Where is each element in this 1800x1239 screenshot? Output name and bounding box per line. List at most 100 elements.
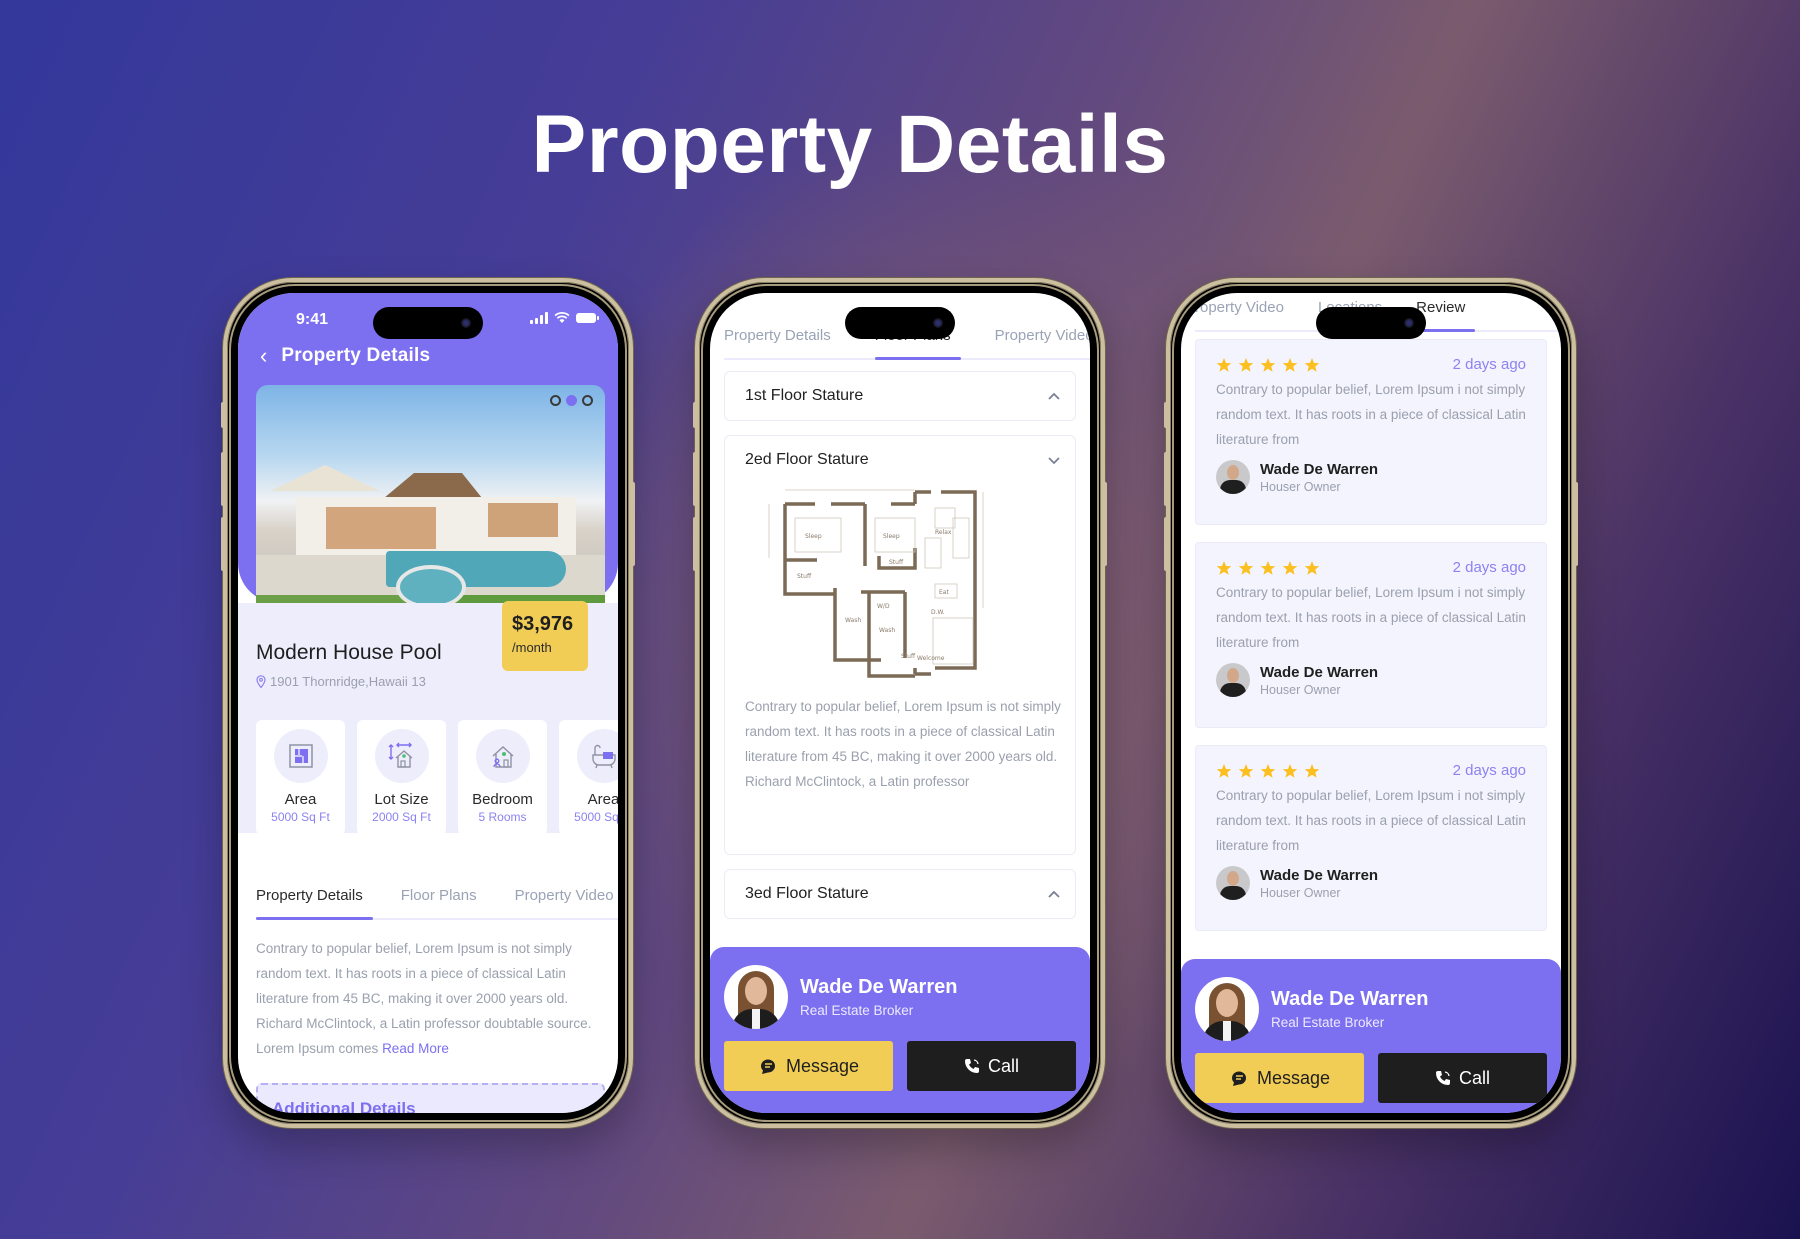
property-image-carousel[interactable] bbox=[256, 385, 605, 627]
tab-property-details[interactable]: Property Details bbox=[724, 327, 831, 358]
review-text: Contrary to popular belief, Lorem Ipsum … bbox=[1216, 585, 1526, 650]
window-shape bbox=[488, 503, 558, 537]
carousel-dot[interactable] bbox=[550, 395, 561, 406]
tab-property-video[interactable]: Property Video bbox=[995, 327, 1090, 358]
detail-tabs: Property Details Floor Plans Property Vi… bbox=[256, 887, 618, 920]
bathtub-icon bbox=[576, 729, 618, 783]
review-text: Contrary to popular belief, Lorem Ipsum … bbox=[1216, 788, 1526, 853]
star-rating bbox=[1216, 763, 1320, 779]
signal-icon bbox=[530, 312, 548, 324]
star-icon bbox=[1282, 763, 1298, 778]
stat-card-lot-size[interactable]: Lot Size 2000 Sq Ft bbox=[357, 720, 446, 835]
star-icon bbox=[1304, 560, 1320, 575]
star-icon bbox=[1216, 763, 1232, 778]
carousel-dot-active[interactable] bbox=[566, 395, 577, 406]
phone-side-button bbox=[1164, 517, 1168, 571]
accordion-title: 2ed Floor Stature bbox=[745, 451, 869, 468]
tab-property-video[interactable]: Property Video bbox=[1185, 299, 1284, 330]
floor-plan-icon bbox=[273, 729, 328, 783]
property-description: Contrary to popular belief, Lorem Ipsum … bbox=[256, 936, 600, 1061]
stat-value: 5000 Sq Ft bbox=[574, 810, 618, 824]
stat-card-bedroom[interactable]: Bedroom 5 Rooms bbox=[458, 720, 547, 835]
accordion-header[interactable]: 3ed Floor Stature bbox=[725, 870, 1075, 918]
chevron-down-icon bbox=[1048, 457, 1060, 465]
call-button[interactable]: Call bbox=[1378, 1053, 1547, 1103]
call-button[interactable]: Call bbox=[907, 1041, 1076, 1091]
carousel-dot[interactable] bbox=[582, 395, 593, 406]
price-value: $3,976 bbox=[512, 613, 574, 635]
phone-side-button bbox=[1103, 482, 1107, 566]
reviewer-avatar bbox=[1216, 460, 1250, 494]
message-button[interactable]: Message bbox=[724, 1041, 893, 1091]
stat-value: 5 Rooms bbox=[478, 810, 527, 824]
star-icon bbox=[1238, 357, 1254, 372]
nav-bar: ‹ Property Details bbox=[260, 345, 430, 367]
star-icon bbox=[1238, 560, 1254, 575]
room-label: Stuff bbox=[889, 559, 904, 566]
phone-reviews: Property Video Locations Review 2 days a… bbox=[1164, 278, 1578, 1128]
room-label: Wash bbox=[845, 617, 861, 624]
read-more-link[interactable]: Read More bbox=[382, 1041, 449, 1056]
stat-card-area[interactable]: Area 5000 Sq Ft bbox=[256, 720, 345, 835]
dynamic-island bbox=[845, 307, 955, 339]
star-rating bbox=[1216, 357, 1320, 373]
tab-property-details[interactable]: Property Details bbox=[256, 887, 373, 920]
accordion-3rd-floor: 3ed Floor Stature bbox=[724, 869, 1076, 919]
reviewer-role: Houser Owner bbox=[1260, 885, 1341, 900]
call-label: Call bbox=[987, 1055, 1019, 1076]
review-time: 2 days ago bbox=[1452, 559, 1526, 576]
reviewer-name: Wade De Warren bbox=[1260, 663, 1379, 681]
page-title: Property Details bbox=[531, 99, 1169, 190]
review-card: 2 days ago Contrary to popular belief, L… bbox=[1195, 542, 1547, 728]
property-stats: Area 5000 Sq Ft Lot Size 2000 Sq Ft Bedr… bbox=[256, 720, 618, 835]
additional-details-section[interactable]: Additional Details bbox=[256, 1083, 605, 1113]
phone-side-button bbox=[693, 452, 697, 506]
status-bar: 9:41 bbox=[238, 309, 618, 333]
review-author: Wade De Warren Houser Owner bbox=[1216, 663, 1526, 697]
phone-side-button bbox=[1164, 452, 1168, 506]
tab-floor-plans[interactable]: Floor Plans bbox=[401, 887, 477, 918]
phone-side-button bbox=[1164, 402, 1168, 428]
lot-size-icon bbox=[374, 729, 429, 783]
phone-side-button bbox=[693, 402, 697, 428]
room-label: Sleep bbox=[805, 533, 822, 540]
room-label: Wash bbox=[879, 627, 895, 634]
phone-side-button bbox=[221, 402, 225, 428]
agent-name: Wade De Warren bbox=[1271, 988, 1429, 1010]
message-button[interactable]: Message bbox=[1195, 1053, 1364, 1103]
room-label: Eat bbox=[939, 589, 949, 596]
chevron-up-icon bbox=[1048, 890, 1060, 898]
accordion-header[interactable]: 2ed Floor Stature bbox=[725, 436, 1075, 484]
wifi-icon bbox=[554, 312, 570, 323]
property-name: Modern House Pool bbox=[256, 641, 442, 664]
price-unit: /month bbox=[512, 640, 552, 655]
back-chevron-icon[interactable]: ‹ bbox=[260, 345, 267, 367]
room-label: D.W. bbox=[931, 609, 945, 616]
phone-property-overview: 9:41 ‹ Property Details $3,976 /month Mo… bbox=[221, 278, 635, 1128]
stat-card-bath[interactable]: Area 5000 Sq Ft bbox=[559, 720, 618, 835]
nav-title: Property Details bbox=[281, 345, 431, 366]
review-text: Contrary to popular belief, Lorem Ipsum … bbox=[1216, 382, 1526, 447]
chat-bubble-icon bbox=[760, 1059, 775, 1074]
stat-label: Area bbox=[587, 791, 618, 808]
tab-property-video[interactable]: Property Video bbox=[515, 887, 614, 918]
review-card: 2 days ago Contrary to popular belief, L… bbox=[1195, 745, 1547, 931]
phone-screen: Property Video Locations Review 2 days a… bbox=[1181, 293, 1561, 1113]
phone-side-button bbox=[221, 517, 225, 571]
location-pin-icon bbox=[256, 675, 266, 688]
room-label: Stuff bbox=[901, 653, 916, 660]
star-icon bbox=[1260, 763, 1276, 778]
chevron-up-icon bbox=[1048, 392, 1060, 400]
message-label: Message bbox=[1256, 1067, 1331, 1088]
status-time: 9:41 bbox=[296, 311, 329, 328]
phone-side-button bbox=[693, 517, 697, 571]
dynamic-island bbox=[1316, 307, 1426, 339]
phone-call-icon bbox=[964, 1059, 979, 1073]
accordion-title: 1st Floor Stature bbox=[745, 387, 864, 404]
accordion-header[interactable]: 1st Floor Stature bbox=[725, 372, 1075, 420]
review-card: 2 days ago Contrary to popular belief, L… bbox=[1195, 339, 1547, 525]
star-icon bbox=[1238, 763, 1254, 778]
floor-plan-image[interactable]: Sleep Sleep Relax Stuff Stuff Eat W/D Wa… bbox=[765, 488, 1005, 684]
chat-bubble-icon bbox=[1231, 1071, 1246, 1086]
star-icon bbox=[1282, 560, 1298, 575]
